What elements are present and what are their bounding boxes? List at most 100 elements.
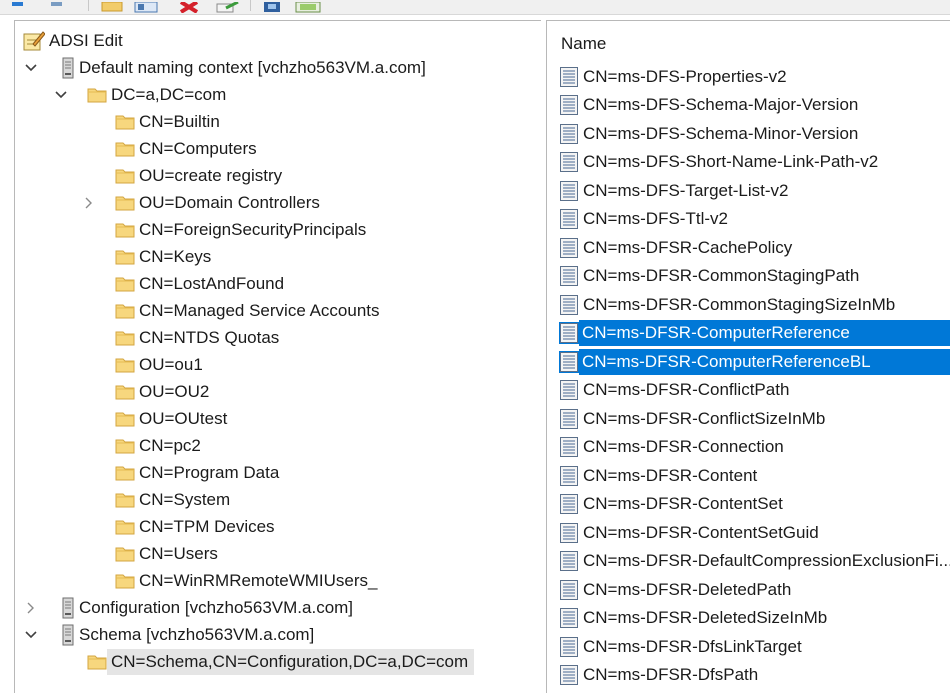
tree-root-adsi-edit[interactable]: ADSI Edit	[17, 27, 129, 54]
toolbar	[0, 0, 950, 15]
list-item[interactable]: CN=ms-DFSR-ComputerReference	[559, 320, 950, 347]
column-header-name[interactable]: Name	[561, 34, 606, 54]
results-list-pane[interactable]: Name CN=ms-DFS-Properties-v2 CN=ms-DFS-Sc…	[546, 20, 950, 693]
back-icon[interactable]	[6, 0, 24, 11]
list-item[interactable]: CN=ms-DFSR-DeletedSizeInMb	[559, 605, 950, 632]
attribute-document-icon	[559, 436, 579, 458]
tree-item-label: CN=ForeignSecurityPrincipals	[139, 219, 367, 239]
list-item[interactable]: CN=ms-DFSR-DfsPath	[559, 662, 950, 689]
attribute-document-icon	[559, 465, 579, 487]
tree-item[interactable]: OU=create registry	[81, 162, 288, 189]
list-item[interactable]: CN=ms-DFS-Properties-v2	[559, 63, 950, 90]
pane-border	[14, 35, 15, 36]
list-item[interactable]: CN=ms-DFSR-DfsLinkTarget	[559, 633, 950, 660]
chevron-right-icon[interactable]	[23, 600, 39, 616]
list-item[interactable]: CN=ms-DFSR-ConflictPath	[559, 377, 950, 404]
tree-item[interactable]: CN=WinRMRemoteWMIUsers_	[81, 567, 384, 594]
attribute-document-icon	[559, 208, 579, 230]
show-hide-tree-icon[interactable]	[134, 0, 158, 13]
tree-item-label: OU=Domain Controllers	[139, 192, 320, 212]
list-item[interactable]: CN=ms-DFS-Short-Name-Link-Path-v2	[559, 149, 950, 176]
tree-item[interactable]: OU=Domain Controllers	[81, 189, 326, 216]
folder-icon	[115, 302, 135, 320]
tree-item-label: CN=Computers	[139, 138, 257, 158]
folder-icon	[115, 221, 135, 239]
tree-item-label: OU=create registry	[139, 165, 283, 185]
tree-item[interactable]: CN=pc2	[81, 432, 207, 459]
export-icon[interactable]	[216, 0, 240, 13]
list-item[interactable]: CN=ms-DFSR-CachePolicy	[559, 234, 950, 261]
tree-item[interactable]: CN=Computers	[81, 135, 263, 162]
list-item-label: CN=ms-DFSR-CommonStagingPath	[583, 266, 860, 285]
folder-icon	[115, 383, 135, 401]
delete-icon[interactable]	[178, 0, 200, 14]
attribute-document-icon	[559, 579, 579, 601]
server-icon	[61, 57, 75, 79]
tree-item[interactable]: OU=ou1	[81, 351, 209, 378]
tree-item[interactable]: CN=Program Data	[81, 459, 285, 486]
tree-item[interactable]: CN=Users	[81, 540, 224, 567]
tree-item[interactable]: Configuration [vchzho563VM.a.com]	[23, 594, 359, 621]
tree-item-label: CN=pc2	[139, 435, 201, 455]
properties-icon[interactable]	[262, 0, 282, 12]
list-item[interactable]: CN=ms-DFSR-CommonStagingSizeInMb	[559, 291, 950, 318]
list-item[interactable]: CN=ms-DFSR-ConflictSizeInMb	[559, 405, 950, 432]
attribute-document-icon	[559, 350, 579, 373]
list-item-label: CN=ms-DFSR-ContentSetGuid	[583, 522, 819, 542]
list-item[interactable]: CN=ms-DFS-Ttl-v2	[559, 206, 950, 233]
tree-item-label: CN=TPM Devices	[139, 516, 275, 536]
folder-icon	[115, 491, 135, 509]
attribute-document-icon	[559, 322, 579, 344]
tree-item[interactable]: CN=LostAndFound	[81, 270, 290, 297]
list-item[interactable]: CN=ms-DFSR-ContentSet	[559, 491, 950, 518]
tree-item[interactable]: Default naming context [vchzho563VM.a.co…	[23, 54, 432, 81]
help-icon[interactable]	[295, 0, 321, 13]
tree-item[interactable]: CN=TPM Devices	[81, 513, 281, 540]
folder-icon[interactable]	[101, 0, 123, 12]
list-item[interactable]: CN=ms-DFS-Target-List-v2	[559, 177, 950, 204]
tree-item[interactable]: CN=System	[81, 486, 236, 513]
list-item[interactable]: CN=ms-DFSR-CommonStagingPath	[559, 263, 950, 290]
list-item[interactable]: CN=ms-DFSR-Content	[559, 462, 950, 489]
list-item[interactable]: CN=ms-DFSR-DeletedPath	[559, 576, 950, 603]
chevron-right-icon[interactable]	[81, 195, 97, 211]
tree-item[interactable]: CN=Keys	[81, 243, 217, 270]
tree-item[interactable]: CN=Schema,CN=Configuration,DC=a,DC=com	[53, 648, 475, 675]
tree-item[interactable]: CN=Managed Service Accounts	[81, 297, 386, 324]
list-item-label: CN=ms-DFSR-CachePolicy	[583, 237, 793, 257]
chevron-down-icon[interactable]	[23, 60, 39, 76]
forward-icon[interactable]	[50, 0, 68, 11]
list-item[interactable]: CN=ms-DFSR-DefaultCompressionExclusionFi…	[559, 548, 950, 575]
list-item[interactable]: CN=ms-DFSR-Connection	[559, 434, 950, 461]
chevron-down-icon[interactable]	[23, 627, 39, 643]
folder-icon	[115, 464, 135, 482]
list-item[interactable]: CN=ms-DFS-Schema-Minor-Version	[559, 120, 950, 147]
tree-item-label: Schema [vchzho563VM.a.com]	[79, 624, 315, 644]
tree-item[interactable]: CN=Builtin	[81, 108, 226, 135]
list-item[interactable]: CN=ms-DFSR-ComputerReferenceBL	[559, 348, 950, 375]
tree-item[interactable]: CN=ForeignSecurityPrincipals	[81, 216, 372, 243]
tree-item-label: CN=Keys	[139, 246, 212, 266]
attribute-document-icon	[559, 237, 579, 259]
folder-icon	[115, 545, 135, 563]
tree-item-label: ADSI Edit	[49, 30, 123, 50]
list-item[interactable]: CN=ms-DFS-Schema-Major-Version	[559, 92, 950, 119]
tree-item[interactable]: DC=a,DC=com	[53, 81, 232, 108]
console-tree-pane[interactable]: ADSI Edit Default naming context [vchzho5…	[14, 20, 541, 693]
tree-item[interactable]: CN=NTDS Quotas	[81, 324, 285, 351]
tree-item-label: OU=ou1	[139, 354, 203, 374]
tree-item[interactable]: Schema [vchzho563VM.a.com]	[23, 621, 320, 648]
toolbar-separator	[250, 0, 251, 11]
chevron-down-icon[interactable]	[53, 87, 69, 103]
list-item[interactable]: CN=ms-DFSR-ContentSetGuid	[559, 519, 950, 546]
tree-item-label: CN=LostAndFound	[139, 273, 285, 293]
tree-item[interactable]: OU=OU2	[81, 378, 215, 405]
list-item-label: CN=ms-DFSR-DfsLinkTarget	[583, 636, 802, 656]
tree-item[interactable]: OU=OUtest	[81, 405, 233, 432]
list-item-label: CN=ms-DFS-Schema-Major-Version	[583, 95, 859, 114]
